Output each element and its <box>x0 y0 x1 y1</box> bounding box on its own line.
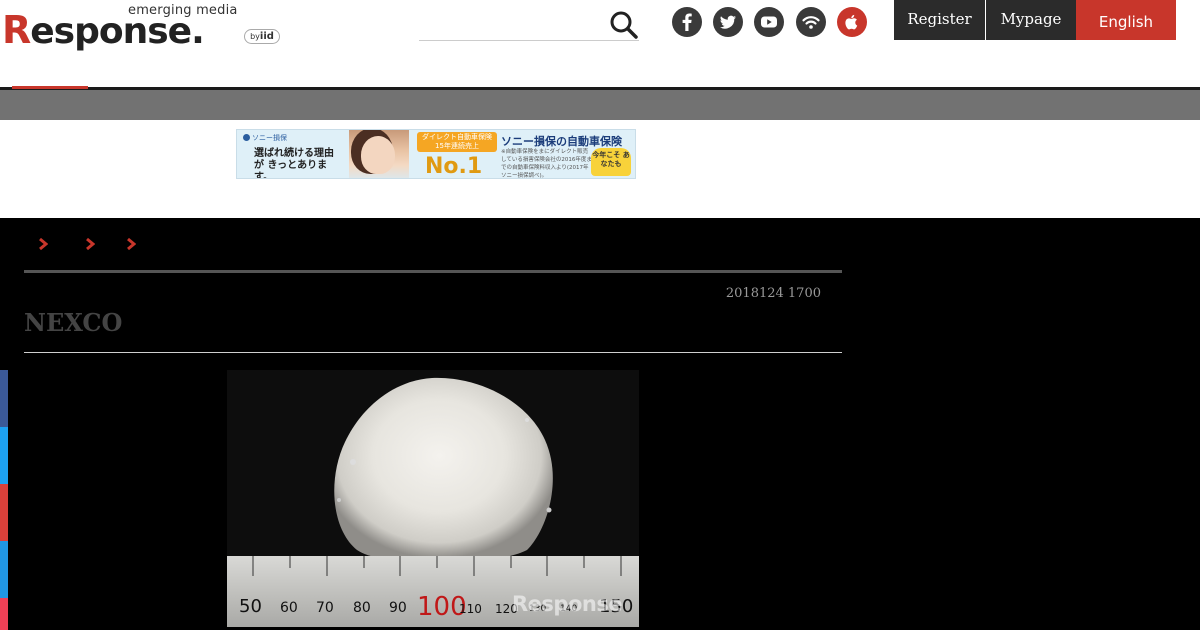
share-twitter-button[interactable] <box>0 427 8 484</box>
ad-portrait-image <box>349 130 409 178</box>
powder-photo-image <box>227 370 639 627</box>
register-button[interactable]: Register <box>894 0 985 40</box>
article-title: NEXCO <box>24 308 123 337</box>
search-icon[interactable] <box>609 10 639 40</box>
nav-active-indicator <box>12 86 88 89</box>
site-header: emerging media Response. byiid Register … <box>0 0 1200 90</box>
youtube-icon[interactable] <box>754 7 784 37</box>
ruler-number: 50 <box>239 596 262 617</box>
ruler-number: 80 <box>353 600 371 616</box>
ad-car-icon: 今年こそ あなたも <box>591 148 631 176</box>
apple-icon[interactable] <box>837 7 867 37</box>
photo-watermark: Response <box>512 592 623 616</box>
rss-icon[interactable] <box>796 7 826 37</box>
ad-band: ソニー損保 選ばれ続ける理由が きっとあります。 ダイレクト自動車保険 15年連… <box>0 120 1200 218</box>
share-line-button[interactable] <box>0 541 8 598</box>
banner-ad[interactable]: ソニー損保 選ばれ続ける理由が きっとあります。 ダイレクト自動車保険 15年連… <box>236 129 636 179</box>
article-title-divider <box>24 352 842 353</box>
search-input[interactable] <box>419 10 599 38</box>
ad-copy: 選ばれ続ける理由が きっとあります。 <box>254 148 334 179</box>
share-facebook-button[interactable] <box>0 370 8 427</box>
breadcrumb-chevron-icon <box>38 236 49 251</box>
ruler-number: 110 <box>459 602 482 616</box>
mypage-button[interactable]: Mypage <box>986 0 1076 40</box>
search-box <box>419 6 639 41</box>
ruler-number: 60 <box>280 600 298 616</box>
twitter-icon[interactable] <box>713 7 743 37</box>
ad-pill: ダイレクト自動車保険 15年連続売上 <box>417 132 497 152</box>
breadcrumb-chevron-icon <box>126 236 137 251</box>
ad-title: ソニー損保の自動車保険 <box>501 135 622 148</box>
english-button[interactable]: English <box>1076 0 1176 40</box>
facebook-icon[interactable] <box>672 7 702 37</box>
share-hatena-button[interactable] <box>0 484 8 541</box>
ad-brand: ソニー損保 <box>243 133 287 143</box>
ruler-number: 70 <box>316 600 334 616</box>
category-nav-bar <box>0 90 1200 120</box>
ad-fine-print: ※自動車保険をまにダイレクト販売している損害保険会社の2016年度までの自動車保… <box>501 149 592 179</box>
share-rail <box>0 370 8 630</box>
ruler-number: 90 <box>389 600 407 616</box>
article-date: 2018124 1700 <box>725 286 821 301</box>
logo-by-iid-badge: byiid <box>244 29 280 44</box>
breadcrumb-chevron-icon <box>85 236 96 251</box>
article-photo[interactable]: 50 60 70 80 90 100 110 120 130 140 150 R… <box>227 370 639 627</box>
share-pocket-button[interactable] <box>0 598 8 630</box>
article-header-divider <box>24 270 842 273</box>
logo-wordmark: Response. <box>2 8 205 52</box>
site-logo[interactable]: emerging media Response. byiid <box>0 0 290 56</box>
ad-badge: No.1 <box>425 154 483 179</box>
